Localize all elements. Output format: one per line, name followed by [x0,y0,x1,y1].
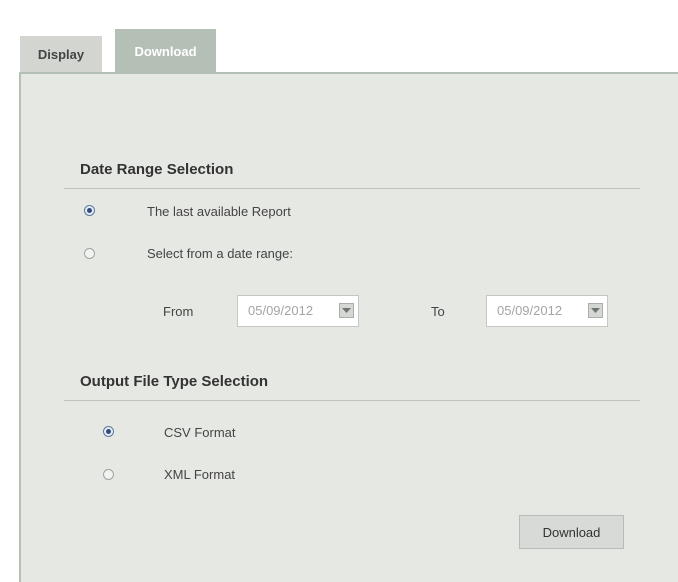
to-label: To [431,304,445,319]
label-csv-format: CSV Format [164,425,236,440]
radio-last-report[interactable] [84,205,95,216]
download-button-label: Download [542,524,601,540]
to-date-value: 05/09/2012 [497,303,563,318]
radio-date-range[interactable] [84,248,95,259]
to-date-field[interactable]: 05/09/2012 [486,295,608,327]
tab-display-label: Display [37,46,85,62]
output-type-title: Output File Type Selection [80,373,269,390]
radio-xml-format[interactable] [103,469,114,480]
from-label: From [163,304,194,319]
panel-left-border [19,72,21,582]
chevron-down-icon [591,308,600,313]
label-xml-format: XML Format [164,467,236,482]
to-date-dropdown-button[interactable] [588,303,603,318]
date-range-title: Date Range Selection [80,161,234,178]
radio-csv-format[interactable] [103,426,114,437]
tab-download[interactable]: Download [115,29,216,72]
download-panel [19,72,678,582]
download-button[interactable]: Download [519,515,624,549]
from-date-value: 05/09/2012 [248,303,314,318]
label-date-range: Select from a date range: [147,246,293,261]
tab-download-label: Download [134,44,197,59]
tab-display[interactable]: Display [20,36,102,72]
date-range-divider [64,188,640,189]
chevron-down-icon [342,308,351,313]
label-last-report: The last available Report [147,204,291,219]
from-date-field[interactable]: 05/09/2012 [237,295,359,327]
from-date-dropdown-button[interactable] [339,303,354,318]
output-type-divider [64,400,640,401]
